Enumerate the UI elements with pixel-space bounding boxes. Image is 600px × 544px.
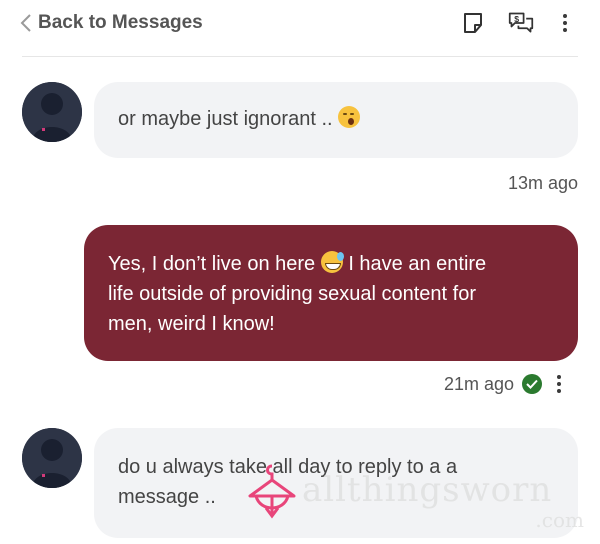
message-options-icon[interactable] xyxy=(550,373,568,395)
default-avatar-icon xyxy=(22,428,82,488)
message-text: I have an entire xyxy=(348,253,487,275)
chat-header: Back to Messages $ xyxy=(0,0,600,56)
message-line-3: men, weird I know! xyxy=(108,313,275,335)
note-icon[interactable] xyxy=(460,10,486,36)
avatar[interactable] xyxy=(22,82,82,142)
message-time: 21m ago xyxy=(443,373,514,394)
avatar[interactable] xyxy=(22,428,82,488)
message-line-2: life outside of providing sexual content… xyxy=(108,283,476,305)
message-line-1: Yes, I don’t live on here I have an enti… xyxy=(108,249,554,279)
delivered-check-icon xyxy=(522,374,542,394)
message-meta: 21m ago xyxy=(444,373,568,395)
paid-chat-icon[interactable]: $ xyxy=(508,10,534,36)
message-text: or maybe just ignorant .. xyxy=(118,108,333,130)
outgoing-message-bubble: Yes, I don’t live on here I have an enti… xyxy=(84,225,578,361)
message-time: 13m ago xyxy=(507,173,578,193)
message-meta: 13m ago xyxy=(508,173,578,194)
default-avatar-icon xyxy=(22,82,82,142)
message-line-2: message .. xyxy=(118,486,216,508)
chevron-left-icon xyxy=(20,14,31,32)
back-to-messages-link[interactable]: Back to Messages xyxy=(20,12,203,34)
header-divider xyxy=(22,56,578,57)
message-line-1: do u always take all day to reply to a a xyxy=(118,456,458,478)
header-actions: $ xyxy=(460,10,574,36)
more-options-icon[interactable] xyxy=(556,12,574,34)
svg-text:$: $ xyxy=(514,14,519,24)
back-label: Back to Messages xyxy=(38,12,203,33)
incoming-message-bubble: or maybe just ignorant .. xyxy=(94,82,578,158)
grinning-sweat-face-icon xyxy=(320,251,344,273)
incoming-message-bubble: do u always take all day to reply to a a… xyxy=(94,428,578,538)
yawning-face-icon xyxy=(338,106,361,128)
message-text: Yes, I don’t live on here xyxy=(108,253,316,275)
